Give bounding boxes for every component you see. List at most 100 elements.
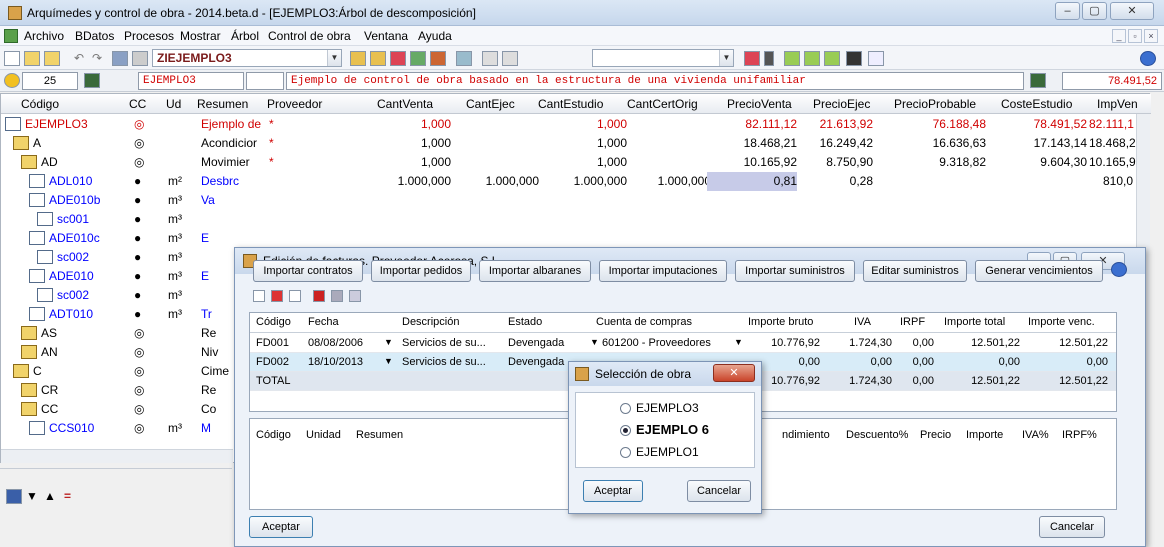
import-imputations-button[interactable]: Importar imputaciones — [599, 260, 727, 282]
menu-archivo[interactable]: Archivo — [24, 29, 64, 43]
col-precioejec[interactable]: PrecioEjec — [813, 97, 870, 111]
menu-mostrar[interactable]: Mostrar — [180, 29, 221, 43]
mdi-minimize-button[interactable]: _ — [1112, 29, 1126, 43]
option-label-3[interactable]: EJEMPLO1 — [636, 445, 699, 459]
table-row[interactable]: EJEMPLO3 ◎ Ejemplo de * 1,000 1,000 82.111,12 2… — [1, 115, 1151, 134]
col-codigo[interactable]: Código — [21, 97, 59, 111]
image-edit-icon[interactable] — [349, 290, 361, 302]
open-folder-icon[interactable] — [24, 51, 40, 66]
equals-icon[interactable]: = — [64, 489, 80, 504]
save-icon[interactable] — [112, 51, 128, 66]
maximize-button[interactable]: ▢ — [1082, 2, 1107, 20]
new-file-icon[interactable] — [4, 51, 20, 66]
import-deliveries-button[interactable]: Importar albaranes — [479, 260, 591, 282]
col-ud[interactable]: Ud — [166, 97, 181, 111]
date-dropdown-icon[interactable]: ▼ — [384, 356, 393, 366]
description-field[interactable]: Ejemplo de control de obra basado en la … — [286, 72, 1024, 90]
date-dropdown-icon[interactable]: ▼ — [384, 337, 393, 347]
option-radio-3[interactable] — [620, 447, 631, 458]
edit-icon[interactable] — [804, 51, 820, 66]
total-field[interactable]: 78.491,52 — [1062, 72, 1162, 90]
minimize-button[interactable]: – — [1055, 2, 1080, 20]
select-dialog-close-button[interactable]: ✕ — [713, 364, 755, 382]
copy-icon[interactable] — [482, 51, 498, 66]
mdi-close-button[interactable]: × — [1144, 29, 1158, 43]
generate-due-dates-button[interactable]: Generar vencimientos — [975, 260, 1103, 282]
redo-icon[interactable]: ↷ — [92, 51, 108, 66]
horizontal-scrollbar[interactable] — [1, 449, 233, 463]
import-orders-button[interactable]: Importar pedidos — [371, 260, 471, 282]
col-impven[interactable]: ImpVen — [1097, 97, 1138, 111]
option-label-1[interactable]: EJEMPLO3 — [636, 401, 699, 415]
invoice-row[interactable]: FD001 08/08/2006 Servicios de su... Devenga… — [250, 334, 1116, 353]
col-precioventa[interactable]: PrecioVenta — [727, 97, 792, 111]
table-row[interactable]: sc001 ● m³ — [1, 210, 1151, 229]
image-icon[interactable] — [6, 489, 22, 504]
table-row[interactable]: A ◎ Acondicior * 1,000 1,000 18.468,21 16.249,4… — [1, 134, 1151, 153]
measure-icon[interactable] — [410, 51, 426, 66]
lock-icon[interactable] — [764, 51, 774, 66]
sort-total-icon[interactable] — [1030, 73, 1046, 88]
code-field[interactable]: EJEMPLO3 — [138, 72, 244, 90]
tree-icon[interactable] — [350, 51, 366, 66]
price-icon[interactable] — [430, 51, 446, 66]
open-recent-icon[interactable] — [44, 51, 60, 66]
select-accept-button[interactable]: Aceptar — [583, 480, 643, 502]
account-chevron-icon[interactable]: ▼ — [590, 337, 599, 347]
check-icon[interactable] — [784, 51, 800, 66]
pin-icon[interactable] — [313, 290, 325, 302]
cancel-button[interactable]: Cancelar — [1039, 516, 1105, 538]
menu-ventana[interactable]: Ventana — [364, 29, 408, 43]
col-precioprobable[interactable]: PrecioProbable — [894, 97, 976, 111]
account-dropdown-icon[interactable]: ▼ — [734, 337, 743, 347]
table-row[interactable]: AD ◎ Movimier * 1,000 1,000 10.165,92 8.750,90 9… — [1, 153, 1151, 172]
col-cantventa[interactable]: CantVenta — [377, 97, 433, 111]
col-cc[interactable]: CC — [129, 97, 146, 111]
table-row[interactable]: ADL010 ● m² Desbrc 1.000,000 1.000,000 1.000,0… — [1, 172, 1151, 191]
menu-procesos[interactable]: Procesos — [124, 29, 174, 43]
menu-arbol[interactable]: Árbol — [231, 29, 259, 43]
menu-bdatos[interactable]: BDatos — [75, 29, 114, 43]
menu-ayuda[interactable]: Ayuda — [418, 29, 452, 43]
table-row[interactable]: ADE010b ● m³ Va — [1, 191, 1151, 210]
bar-chart-icon[interactable] — [846, 51, 862, 66]
close-window-button[interactable]: ✕ — [1110, 2, 1154, 20]
arrow-up-icon[interactable]: ▲ — [44, 489, 60, 504]
edit-supplies-button[interactable]: Editar suministros — [863, 260, 967, 282]
col-resumen[interactable]: Resumen — [197, 97, 248, 111]
import-supplies-button[interactable]: Importar suministros — [735, 260, 855, 282]
col-cantcertorig[interactable]: CantCertOrig — [627, 97, 698, 111]
level-field[interactable]: 25 — [22, 72, 78, 90]
option-radio-2[interactable] — [620, 425, 631, 436]
menu-control-obra[interactable]: Control de obra — [268, 29, 351, 43]
new-doc-icon[interactable] — [289, 290, 301, 302]
mdi-restore-button[interactable]: ▫ — [1128, 29, 1142, 43]
sort-icon[interactable] — [84, 73, 100, 88]
chart-icon[interactable] — [456, 51, 472, 66]
arrow-down-icon[interactable]: ▼ — [26, 489, 42, 504]
option-radio-1[interactable] — [620, 403, 631, 414]
grid-icon[interactable] — [868, 51, 884, 66]
help-icon[interactable] — [1111, 262, 1127, 277]
select-cancel-button[interactable]: Cancelar — [687, 480, 751, 502]
col-cantejec[interactable]: CantEjec — [466, 97, 515, 111]
undo-icon[interactable]: ↶ — [74, 51, 90, 66]
table-row[interactable]: ADE010c ● m³ E — [1, 229, 1151, 248]
branch-icon[interactable] — [370, 51, 386, 66]
stamp-icon[interactable] — [824, 51, 840, 66]
filter-combo[interactable]: ▼ — [592, 49, 734, 67]
unit-field[interactable] — [246, 72, 284, 90]
option-label-2[interactable]: EJEMPLO 6 — [636, 422, 709, 437]
col-cantestudio[interactable]: CantEstudio — [538, 97, 603, 111]
paste-icon[interactable] — [502, 51, 518, 66]
col-costeestudio[interactable]: CosteEstudio — [1001, 97, 1072, 111]
report-icon[interactable] — [744, 51, 760, 66]
expand-icon[interactable] — [253, 290, 265, 302]
document-icon[interactable] — [390, 51, 406, 66]
col-proveedor[interactable]: Proveedor — [267, 97, 322, 111]
import-contracts-button[interactable]: Importar contratos — [253, 260, 363, 282]
help-icon[interactable] — [1140, 51, 1156, 66]
delete-icon[interactable] — [271, 290, 283, 302]
print-icon[interactable] — [132, 51, 148, 66]
project-combo[interactable]: ZIEJEMPLO3 ▼ — [152, 49, 342, 67]
